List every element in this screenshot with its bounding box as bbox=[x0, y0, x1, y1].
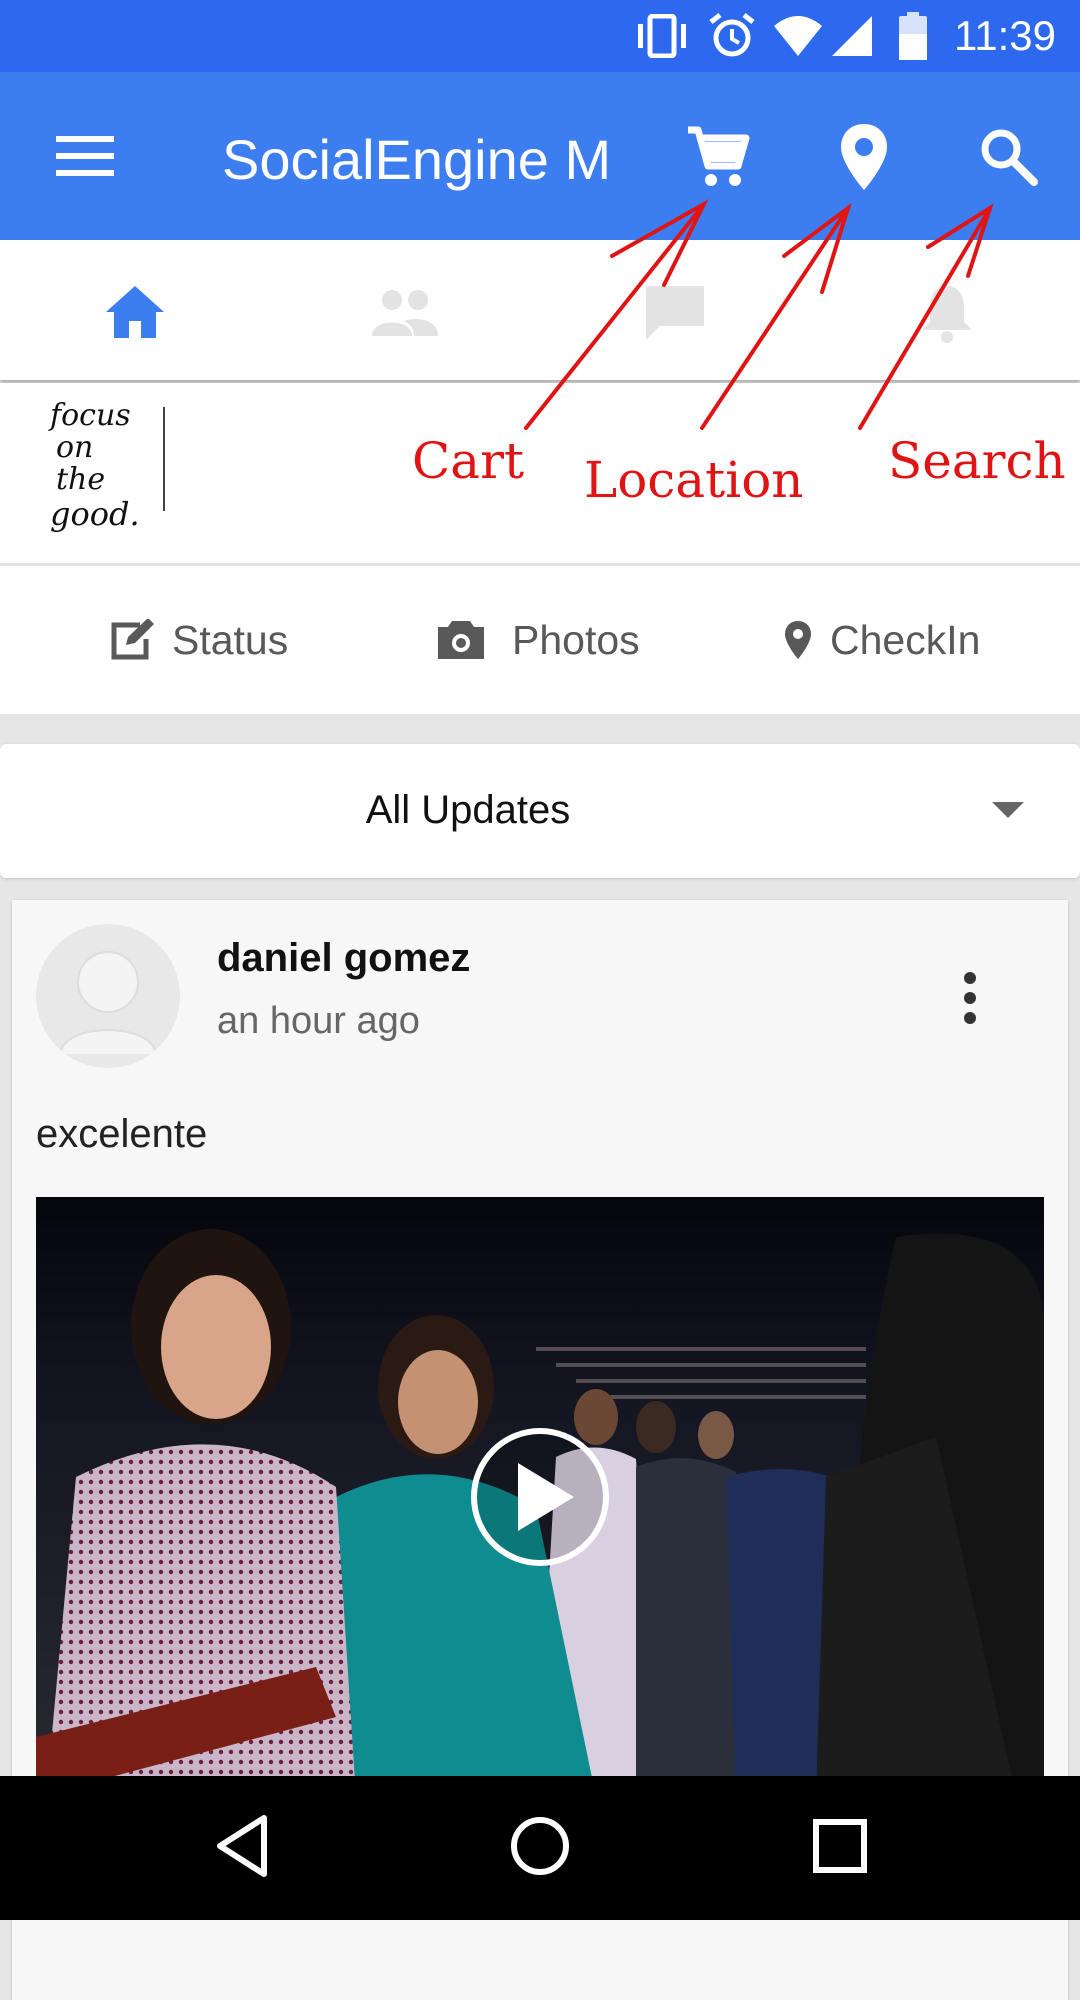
location-arrow bbox=[700, 206, 850, 430]
checkin-label: CheckIn bbox=[830, 616, 981, 663]
annotation-arrows bbox=[524, 199, 994, 430]
post-text: excelente bbox=[36, 1112, 208, 1156]
feed-filter-dropdown[interactable]: All Updates bbox=[0, 744, 1080, 878]
photos-button[interactable]: Photos bbox=[436, 566, 640, 714]
avatar[interactable] bbox=[36, 924, 180, 1068]
home-circle-icon[interactable] bbox=[508, 1814, 572, 1878]
post-author[interactable]: daniel gomez bbox=[217, 936, 470, 981]
checkin-button[interactable]: CheckIn bbox=[784, 566, 980, 714]
video-still bbox=[36, 1197, 1044, 1797]
status-label: Status bbox=[172, 616, 289, 663]
recent-apps-icon[interactable] bbox=[812, 1818, 868, 1874]
camera-icon bbox=[438, 621, 484, 659]
edit-icon bbox=[111, 619, 154, 660]
status-button[interactable]: Status bbox=[110, 566, 288, 714]
search-arrow bbox=[858, 206, 992, 430]
more-options-icon[interactable] bbox=[962, 972, 978, 1024]
cart-arrowhead bbox=[610, 199, 709, 287]
feed-filter-label: All Updates bbox=[365, 788, 571, 832]
cart-arrow bbox=[524, 202, 706, 430]
back-icon[interactable] bbox=[214, 1814, 270, 1878]
post-time: an hour ago bbox=[217, 1000, 420, 1042]
location-pin-icon bbox=[785, 621, 811, 659]
system-nav-bar bbox=[0, 1776, 1080, 1920]
video-thumbnail[interactable] bbox=[36, 1197, 1044, 1797]
photos-label: Photos bbox=[512, 616, 640, 663]
search-arrowhead bbox=[926, 203, 994, 278]
composer-bar: Status Photos CheckIn bbox=[0, 566, 1080, 714]
chevron-down-icon bbox=[992, 802, 1024, 818]
default-avatar-icon bbox=[59, 951, 157, 1055]
